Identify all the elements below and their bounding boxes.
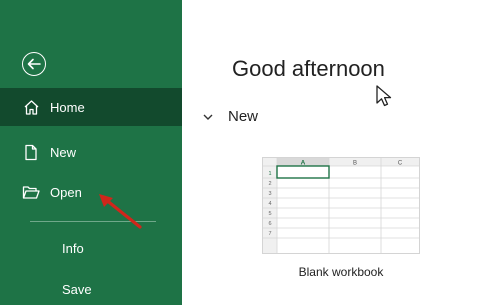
back-arrow-icon (27, 58, 41, 70)
column-header-a: A (301, 160, 306, 167)
row-header: 4 (268, 201, 271, 207)
sidebar-item-label: Open (50, 184, 82, 200)
mouse-pointer-icon (376, 85, 392, 107)
column-header-b: B (353, 161, 357, 167)
row-header: 7 (268, 231, 271, 237)
annotation-arrow-icon (99, 194, 142, 229)
folder-open-icon (22, 183, 40, 201)
sidebar-item-new[interactable]: New (0, 133, 182, 171)
row-header: 5 (268, 211, 271, 217)
sidebar-item-label: New (50, 144, 77, 160)
spreadsheet-thumbnail: A B C 1 2 3 4 5 6 7 (263, 158, 419, 253)
sidebar-item-home[interactable]: Home (0, 88, 182, 126)
new-section-toggle[interactable]: New (202, 108, 258, 125)
section-title: New (228, 108, 259, 125)
sidebar-item-label: Home (50, 99, 85, 115)
greeting-heading: Good afternoon (232, 56, 385, 81)
column-header-c: C (398, 161, 403, 167)
blank-workbook-template[interactable]: A B C 1 2 3 4 5 6 7 (262, 157, 420, 254)
sidebar-item-info[interactable]: Info (0, 231, 182, 265)
row-header: 2 (268, 181, 271, 187)
row-header: 1 (268, 171, 271, 177)
new-document-icon (22, 143, 40, 161)
main-panel: Good afternoon New A B C 1 2 3 4 5 6 7 B… (182, 0, 477, 305)
back-button[interactable] (22, 52, 46, 76)
sidebar-item-open[interactable]: Open (0, 173, 182, 211)
chevron-down-icon (203, 114, 213, 120)
row-header: 6 (268, 221, 271, 227)
backstage-sidebar: Home New Open Info Save (0, 0, 182, 305)
sidebar-item-save[interactable]: Save (0, 272, 182, 306)
row-header: 3 (268, 191, 271, 197)
home-icon (22, 98, 40, 116)
template-label: Blank workbook (298, 265, 384, 279)
